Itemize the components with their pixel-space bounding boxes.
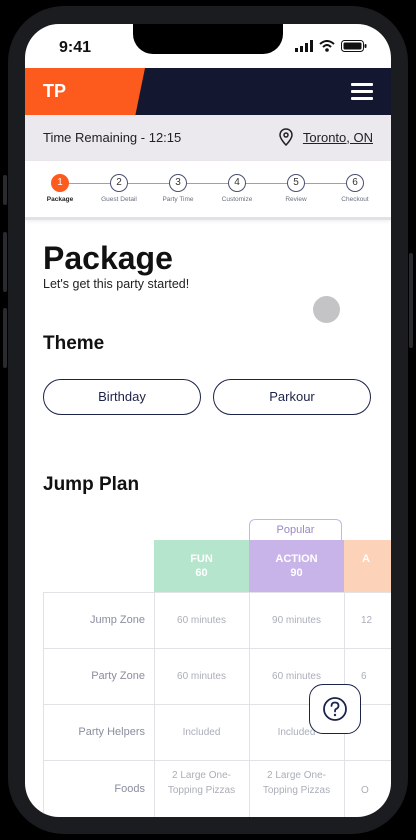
- plan-value: 90: [290, 567, 303, 579]
- table-cell: 60 minutes: [177, 615, 226, 626]
- hamburger-menu-icon[interactable]: [351, 83, 373, 100]
- step-label: Party Time: [162, 196, 194, 203]
- question-mark-icon: [323, 697, 347, 721]
- step-label: Customize: [221, 196, 253, 203]
- volume-down-button: [3, 308, 7, 368]
- power-button: [409, 253, 413, 348]
- location-selector[interactable]: Toronto, ON: [279, 128, 373, 146]
- table-cell: 2 Large One-Topping Pizzas: [262, 770, 331, 796]
- step-number: 4: [228, 174, 246, 192]
- step-number: 2: [110, 174, 128, 192]
- step-number: 5: [287, 174, 305, 192]
- theme-heading: Theme: [43, 333, 105, 354]
- battery-icon: [341, 40, 367, 52]
- row-label-party-zone: Party Zone: [91, 670, 145, 682]
- app-header: TP: [25, 68, 391, 115]
- row-label-jump-zone: Jump Zone: [89, 614, 145, 626]
- jump-plan-heading: Jump Plan: [43, 474, 140, 495]
- plan-third-header[interactable]: A: [344, 540, 391, 592]
- popular-badge: Popular: [249, 519, 342, 540]
- status-time: 9:41: [59, 39, 92, 56]
- step-guest-detail[interactable]: 2 Guest Detail: [89, 174, 149, 203]
- plan-action-header[interactable]: ACTION 90: [249, 540, 344, 592]
- table-cell: 12: [361, 615, 373, 626]
- table-cell: 60 minutes: [177, 671, 226, 682]
- location-pin-icon: [279, 128, 293, 146]
- step-customize[interactable]: 4 Customize: [207, 174, 267, 203]
- theme-birthday-button[interactable]: Birthday: [43, 379, 201, 415]
- step-label: Review: [285, 196, 307, 203]
- step-checkout[interactable]: 6 Checkout: [325, 174, 385, 203]
- row-label-party-helpers: Party Helpers: [78, 726, 145, 738]
- step-number: 6: [346, 174, 364, 192]
- status-bar: 9:41: [25, 24, 391, 68]
- table-cell: 90 minutes: [272, 615, 321, 626]
- table-cell: Included: [182, 727, 221, 738]
- theme-parkour-button[interactable]: Parkour: [213, 379, 371, 415]
- side-button: [3, 175, 7, 205]
- notch: [133, 24, 283, 54]
- page-subtitle: Let's get this party started!: [43, 277, 190, 291]
- volume-up-button: [3, 232, 7, 292]
- table-border: [43, 648, 391, 649]
- logo[interactable]: TP: [25, 68, 145, 115]
- plan-name: FUN: [190, 553, 213, 565]
- table-cell: O: [361, 785, 369, 796]
- help-button[interactable]: [309, 684, 361, 734]
- step-review[interactable]: 5 Review: [266, 174, 326, 203]
- screen: 9:41 TP Time Remaining - 12:15 Toronto, …: [25, 24, 391, 817]
- wifi-icon: [319, 40, 335, 52]
- step-number: 3: [169, 174, 187, 192]
- step-label: Package: [46, 196, 74, 203]
- location-link[interactable]: Toronto, ON: [303, 130, 373, 145]
- plan-name: A: [362, 553, 370, 565]
- plan-name: ACTION: [275, 553, 318, 565]
- status-icons: [295, 40, 367, 52]
- signal-icon: [295, 40, 313, 52]
- plan-fun-header[interactable]: FUN 60: [154, 540, 249, 592]
- progress-stepper: 1 Package 2 Guest Detail 3 Party Time 4 …: [25, 161, 391, 220]
- row-label-foods: Foods: [114, 783, 145, 795]
- time-remaining-bar: Time Remaining - 12:15 Toronto, ON: [25, 115, 391, 161]
- table-cell: 6: [361, 671, 367, 682]
- step-package[interactable]: 1 Package: [30, 174, 90, 203]
- main-content: Package Let's get this party started! Th…: [25, 220, 391, 817]
- touch-indicator: [313, 296, 340, 323]
- step-label: Checkout: [341, 196, 369, 203]
- plan-value: 60: [195, 567, 208, 579]
- time-remaining: Time Remaining - 12:15: [43, 130, 182, 145]
- table-cell: 60 minutes: [272, 671, 321, 682]
- table-border: [43, 760, 391, 761]
- table-border: [43, 592, 391, 593]
- step-number: 1: [51, 174, 69, 192]
- page-title: Package: [43, 240, 173, 276]
- step-party-time[interactable]: 3 Party Time: [148, 174, 208, 203]
- logo-text: TP: [43, 81, 67, 101]
- table-cell: 2 Large One-Topping Pizzas: [167, 770, 236, 796]
- step-label: Guest Detail: [101, 196, 137, 203]
